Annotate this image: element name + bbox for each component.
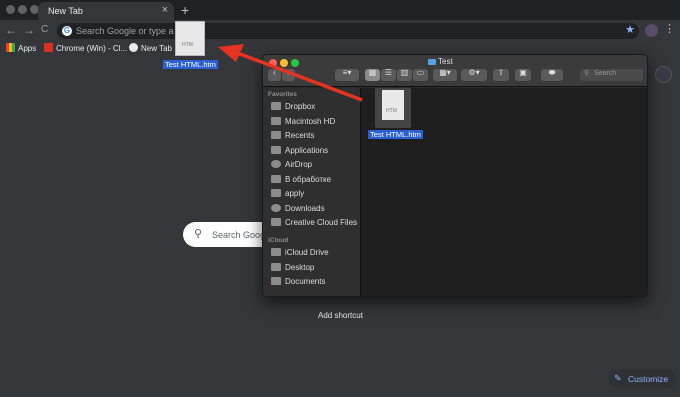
cloud-icon — [271, 248, 281, 256]
file-label: Test HTML.htm — [368, 130, 423, 139]
browser-toolbar: ← → C G Search Google or type a URL ★ — [0, 20, 680, 42]
desktop-icon — [271, 263, 281, 271]
group-button[interactable]: ▦▾ — [433, 68, 457, 81]
reload-icon[interactable]: C — [41, 24, 48, 35]
folder-icon — [271, 218, 281, 226]
folder-icon — [271, 189, 281, 197]
search-icon: ⚲ — [584, 70, 590, 77]
hard-drive-icon — [271, 117, 281, 125]
html-file-icon: HTM — [382, 90, 404, 120]
sidebar-item-v-obrabotke[interactable]: В обработке — [271, 175, 331, 184]
zoom-icon[interactable] — [291, 59, 299, 67]
apps-grid-icon — [6, 43, 15, 52]
profile-avatar[interactable] — [645, 24, 658, 37]
finder-sidebar: Favorites Dropbox Macintosh HD Recents A… — [263, 88, 360, 296]
customize-label: Customize — [628, 374, 669, 384]
minimize-window-button[interactable] — [18, 5, 27, 14]
bookmark-apps[interactable]: Apps — [6, 43, 36, 53]
forward-button[interactable]: › — [282, 68, 295, 81]
tag-icon[interactable]: ⬬ — [541, 68, 563, 81]
close-icon[interactable] — [269, 59, 277, 67]
google-icon: G — [62, 26, 72, 36]
gallery-view-button[interactable]: ▭ — [413, 68, 428, 81]
view-options-button[interactable]: ≡▾ — [335, 68, 359, 81]
avatar[interactable] — [655, 66, 672, 83]
back-button[interactable]: ‹ — [268, 68, 281, 81]
search-icon: ⚲ — [194, 228, 203, 240]
share-icon[interactable]: ⇧ — [493, 68, 509, 81]
document-icon — [271, 277, 281, 285]
finder-title: Test — [438, 57, 453, 66]
sidebar-item-documents[interactable]: Documents — [271, 277, 325, 286]
globe-icon — [129, 43, 138, 52]
close-window-button[interactable] — [6, 5, 15, 14]
bookmark-chrome-win[interactable]: Chrome (Win) - Cl... — [44, 43, 127, 53]
add-shortcut-button[interactable]: Add shortcut — [318, 311, 363, 320]
close-icon[interactable]: × — [162, 4, 168, 16]
sidebar-item-applications[interactable]: Applications — [271, 146, 328, 155]
tab-new-tab[interactable]: New Tab × — [38, 2, 174, 21]
icloud-header: iCloud — [268, 237, 289, 244]
address-bar[interactable]: G Search Google or type a URL ★ — [57, 23, 639, 39]
airdrop-icon — [271, 160, 281, 168]
sidebar-item-apply[interactable]: apply — [271, 189, 304, 198]
sidebar-item-downloads[interactable]: Downloads — [271, 204, 325, 213]
site-favicon-icon — [44, 43, 53, 52]
finder-search-field[interactable]: ⚲ Search — [580, 69, 643, 81]
minimize-icon[interactable] — [280, 59, 288, 67]
connect-icon[interactable]: ▣ — [515, 68, 531, 81]
sidebar-item-desktop[interactable]: Desktop — [271, 263, 314, 272]
back-icon[interactable]: ← — [5, 23, 17, 37]
sidebar-item-airdrop[interactable]: AirDrop — [271, 160, 312, 169]
sidebar-item-creative-cloud-files[interactable]: Creative Cloud Files — [271, 218, 357, 227]
sidebar-item-icloud-drive[interactable]: iCloud Drive — [271, 248, 329, 257]
menu-icon[interactable]: ⋮ — [664, 22, 675, 35]
favorites-header: Favorites — [268, 91, 297, 98]
dragged-file-icon[interactable]: HTM — [175, 21, 205, 56]
folder-icon — [271, 175, 281, 183]
sidebar-item-dropbox[interactable]: Dropbox — [271, 102, 315, 111]
action-gear-button[interactable]: ⚙▾ — [461, 68, 487, 81]
finder-toolbar: Test ‹ › ≡▾ ▦ ☰ ▥ ▭ ▦▾ ⚙▾ ⇧ ▣ ⬬ ⚲ Search — [263, 55, 647, 87]
ntp-search-box[interactable]: ⚲ Search Google — [183, 222, 273, 247]
finder-window: Test ‹ › ≡▾ ▦ ☰ ▥ ▭ ▦▾ ⚙▾ ⇧ ▣ ⬬ ⚲ Search… — [262, 54, 648, 297]
downloads-icon — [271, 204, 281, 212]
new-tab-button[interactable]: + — [181, 2, 189, 18]
pencil-icon: ✎ — [614, 373, 622, 383]
sidebar-item-macintosh-hd[interactable]: Macintosh HD — [271, 117, 335, 126]
forward-icon[interactable]: → — [23, 23, 35, 37]
bookmark-star-icon[interactable]: ★ — [625, 23, 635, 36]
tab-title: New Tab — [48, 6, 83, 16]
applications-icon — [271, 146, 281, 154]
sidebar-item-recents[interactable]: Recents — [271, 131, 314, 140]
folder-icon — [428, 59, 436, 65]
icon-view-button[interactable]: ▦ — [365, 68, 380, 81]
dragged-file-label: Test HTML.htm — [163, 60, 218, 69]
finder-content: HTM Test HTML.htm — [360, 88, 647, 296]
recents-icon — [271, 131, 281, 139]
list-view-button[interactable]: ☰ — [381, 68, 396, 81]
customize-button[interactable]: ✎ Customize — [608, 370, 676, 388]
bookmark-new-tab[interactable]: New Tab — [129, 43, 172, 53]
file-item-test-html[interactable]: HTM — [375, 88, 411, 128]
folder-icon — [271, 102, 281, 110]
column-view-button[interactable]: ▥ — [397, 68, 412, 81]
